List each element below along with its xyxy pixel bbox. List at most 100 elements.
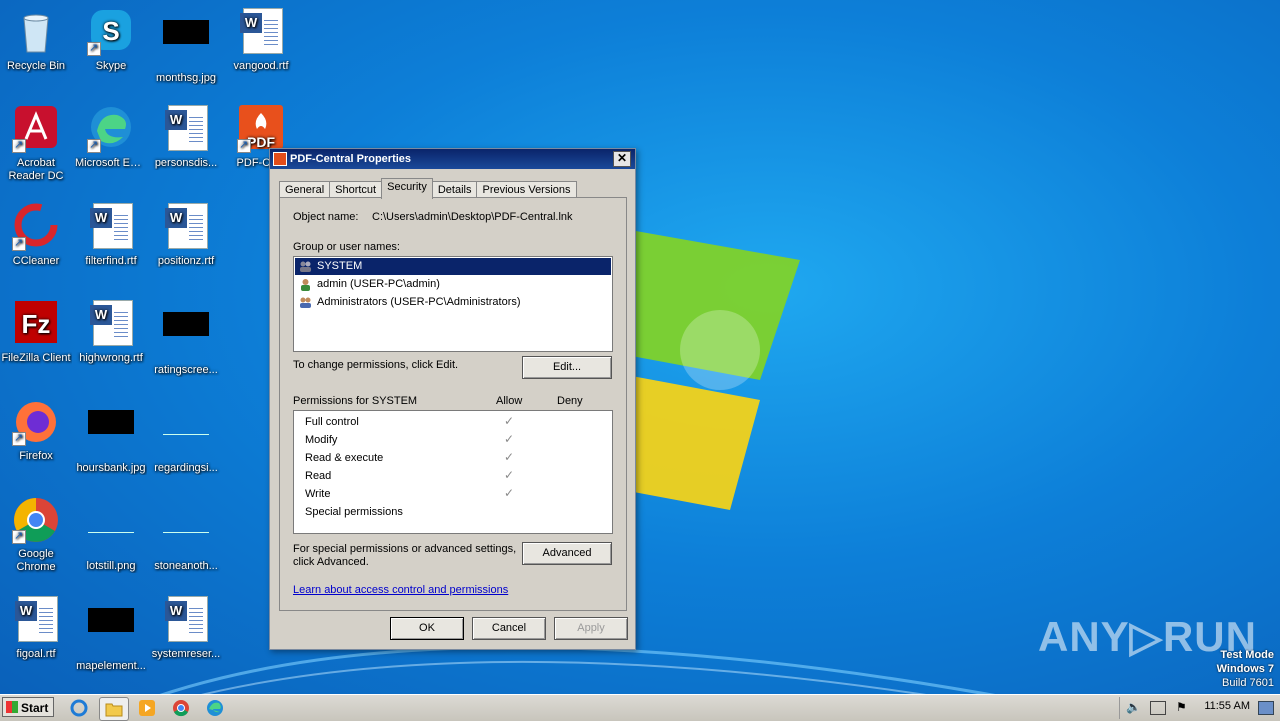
test-mode-notice: Test Mode Windows 7 Build 7601 [1217, 648, 1274, 690]
recycle-bin-icon [23, 14, 49, 53]
object-name-value: C:\Users\admin\Desktop\PDF-Central.lnk [372, 211, 573, 223]
group-item-administrators[interactable]: Administrators (USER-PC\Administrators) [295, 294, 611, 311]
desktop-icon-label: Recycle Bin [6, 60, 66, 72]
media-player-icon[interactable] [138, 699, 156, 717]
desktop-icon-firefox[interactable]: Firefox [0, 398, 72, 463]
desktop-icon-acrobat[interactable]: Acrobat Reader DC [0, 105, 72, 183]
shortcut-arrow-icon [237, 139, 251, 153]
word-document-icon: W [165, 203, 208, 249]
edit-button[interactable]: Edit... [522, 356, 612, 379]
close-button[interactable]: ✕ [613, 151, 631, 167]
desktop-icon-label: personsdis... [154, 157, 218, 169]
desktop-icon-skype[interactable]: S Skype [75, 8, 147, 73]
desktop-icon-ccleaner[interactable]: CCleaner [0, 203, 72, 268]
users-group-icon [300, 261, 311, 272]
user-icon [301, 279, 310, 291]
permissions-label: Permissions for SYSTEM [293, 395, 418, 407]
desktop-icon-monthsg[interactable]: monthsg.jpg [150, 8, 222, 85]
dialog-title: PDF-Central Properties [290, 153, 412, 165]
permission-read-execute: Read & execute [305, 452, 384, 464]
desktop-icon-figoal[interactable]: W figoal.rtf [0, 596, 72, 661]
properties-dialog: PDF-Central Properties ✕ General Shortcu… [269, 148, 636, 650]
windows-version-line: Windows 7 [1216, 663, 1274, 675]
learn-access-control-link[interactable]: Learn about access control and permissio… [293, 584, 508, 596]
desktop-icon-chrome[interactable]: Google Chrome [0, 496, 72, 574]
filezilla-icon: Fz [15, 301, 57, 343]
special-permissions-text-2: click Advanced. [293, 556, 369, 568]
network-icon[interactable] [1150, 701, 1166, 715]
desktop-icon-filterfind[interactable]: W filterfind.rtf [75, 203, 147, 268]
allow-check-icon: ✓ [504, 432, 515, 446]
desktop-icon-label: vangood.rtf [233, 60, 289, 72]
tab-security[interactable]: Security [381, 178, 433, 199]
special-permissions-text-1: For special permissions or advanced sett… [293, 543, 517, 555]
image-file-icon [88, 508, 134, 533]
action-center-flag-icon[interactable]: ⚑ [1176, 700, 1187, 714]
permission-special: Special permissions [305, 506, 403, 518]
desktop-icon-vangood[interactable]: W vangood.rtf [225, 8, 297, 73]
shortcut-arrow-icon [12, 139, 26, 153]
desktop-icon-label: Microsoft Edge [75, 157, 147, 169]
ok-button[interactable]: OK [390, 617, 464, 640]
desktop-icon-mapelement[interactable]: mapelement... [75, 596, 147, 673]
desktop-icon-edge[interactable]: Microsoft Edge [75, 105, 147, 170]
desktop-icon-label: hoursbank.jpg [76, 462, 146, 474]
group-item-admin[interactable]: admin (USER-PC\admin) [295, 276, 611, 293]
pdf-central-icon [273, 152, 287, 166]
desktop-icon-systemreser[interactable]: W systemreser... [150, 596, 222, 661]
word-document-icon: W [165, 596, 208, 642]
group-item-label: admin (USER-PC\admin) [317, 278, 440, 290]
desktop-icon-stoneanoth[interactable]: stoneanoth... [150, 496, 222, 573]
volume-icon[interactable]: 🔈 [1126, 700, 1141, 714]
system-tray: 🔈 ⚑ 11:55 AM [1119, 697, 1280, 719]
desktop-icon-hoursbank[interactable]: hoursbank.jpg [75, 398, 147, 475]
chrome-icon[interactable] [172, 699, 190, 717]
allow-check-icon: ✓ [504, 468, 515, 482]
desktop-icon-ratingscree[interactable]: ratingscree... [150, 300, 222, 377]
desktop-icon-personsdis[interactable]: W personsdis... [150, 105, 222, 170]
desktop-icon-positionz[interactable]: W positionz.rtf [150, 203, 222, 268]
word-document-icon: W [165, 105, 208, 151]
shortcut-arrow-icon [12, 530, 26, 544]
image-file-icon [88, 608, 134, 632]
internet-explorer-icon[interactable] [70, 699, 88, 717]
desktop-icon-recycle-bin[interactable]: Recycle Bin [0, 8, 72, 73]
start-label: Start [21, 701, 49, 715]
permission-write: Write [305, 488, 331, 500]
apply-button[interactable]: Apply [554, 617, 628, 640]
word-document-icon: W [90, 300, 133, 346]
shortcut-arrow-icon [12, 432, 26, 446]
desktop-icon-label: figoal.rtf [16, 648, 56, 660]
build-line: Build 7601 [1222, 677, 1274, 689]
clock[interactable]: 11:55 AM [1204, 700, 1250, 712]
start-button[interactable]: Start [2, 697, 54, 717]
desktop-icon-highwrong[interactable]: W highwrong.rtf [75, 300, 147, 365]
desktop-icon-regardingsi[interactable]: regardingsi... [150, 398, 222, 475]
cancel-button[interactable]: Cancel [472, 617, 546, 640]
dialog-title-bar[interactable]: PDF-Central Properties ✕ [270, 149, 635, 169]
edge-icon[interactable] [206, 699, 224, 717]
image-file-icon [163, 20, 209, 44]
desktop-icon-label: regardingsi... [154, 462, 218, 474]
change-permissions-text: To change permissions, click Edit. [293, 359, 459, 371]
desktop-icon-lotstill[interactable]: lotstill.png [75, 496, 147, 573]
show-desktop-icon[interactable] [1258, 701, 1274, 715]
allow-header: Allow [496, 395, 523, 407]
desktop-icon-label: filterfind.rtf [85, 255, 137, 267]
word-document-icon: W [90, 203, 133, 249]
windows-flag-icon [6, 701, 18, 713]
permission-read: Read [305, 470, 332, 482]
desktop-icon-filezilla[interactable]: Fz FileZilla Client [0, 300, 72, 365]
group-item-system[interactable]: SYSTEM [295, 258, 611, 275]
group-list-label: Group or user names: [293, 241, 400, 253]
image-file-icon [163, 312, 209, 336]
object-name-label: Object name: [293, 211, 359, 223]
image-file-icon [163, 508, 209, 533]
permissions-list: Full control ✓ Modify ✓ Read & execute ✓… [293, 410, 613, 534]
desktop-icon-label: FileZilla Client [1, 352, 71, 364]
advanced-button[interactable]: Advanced [522, 542, 612, 565]
explorer-taskbar-button[interactable] [99, 697, 129, 721]
desktop-icon-label: highwrong.rtf [79, 352, 143, 364]
group-item-label: Administrators (USER-PC\Administrators) [317, 296, 521, 308]
deny-header: Deny [557, 395, 583, 407]
